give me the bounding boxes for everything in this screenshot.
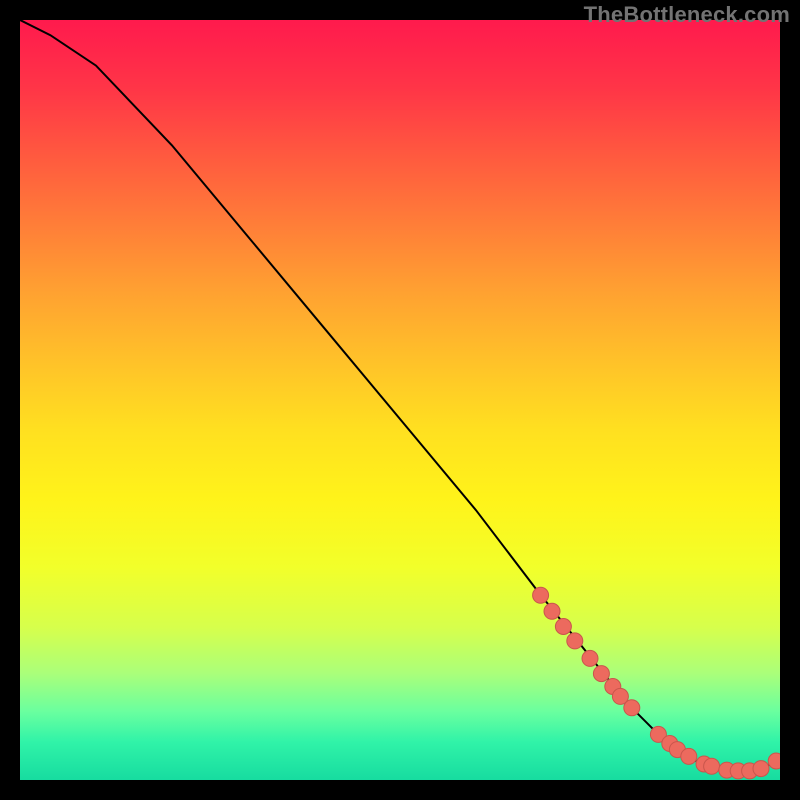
plot-background-gradient — [20, 20, 780, 780]
chart-stage: TheBottleneck.com — [0, 0, 800, 800]
watermark-label: TheBottleneck.com — [584, 2, 790, 28]
